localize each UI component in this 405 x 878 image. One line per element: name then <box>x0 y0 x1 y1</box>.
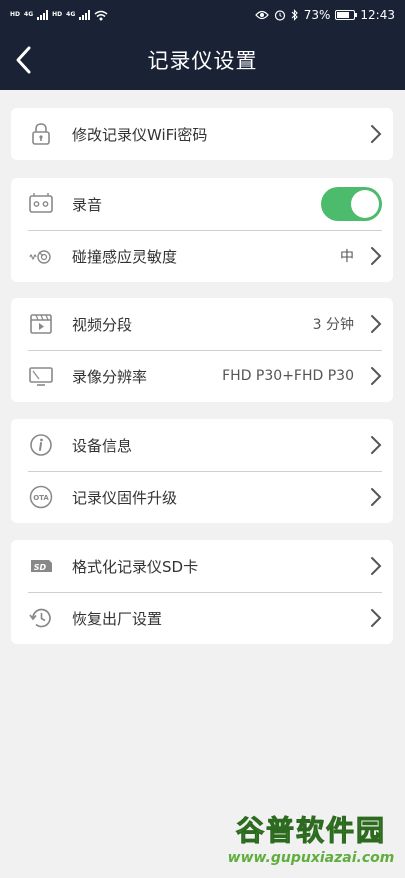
video-play-icon <box>30 314 52 334</box>
chevron-right-icon <box>371 488 382 506</box>
signal-icon-1 <box>37 10 49 20</box>
ota-icon: OTA <box>29 485 53 509</box>
cassette-icon <box>29 193 53 213</box>
wifi-card: 修改记录仪WiFi密码 <box>11 108 393 160</box>
video-segment-value: 3 分钟 <box>312 317 354 333</box>
firmware-upgrade-label: 记录仪固件升级 <box>72 488 178 507</box>
wifi-password-label: 修改记录仪WiFi密码 <box>72 125 208 144</box>
wifi-password-row[interactable]: 修改记录仪WiFi密码 <box>11 108 393 160</box>
device-info-label: 设备信息 <box>72 436 133 455</box>
watermark-url: www.gupuxiazai.com <box>227 850 395 866</box>
page-title: 记录仪设置 <box>147 49 258 73</box>
chevron-right-icon <box>371 315 382 333</box>
back-arrow-icon[interactable] <box>10 44 38 76</box>
chevron-right-icon <box>371 367 382 385</box>
lock-icon <box>32 123 50 145</box>
monitor-icon <box>29 367 53 386</box>
chevron-right-icon <box>371 125 382 143</box>
resolution-value: FHD P30+FHD P30 <box>222 368 354 384</box>
resolution-row[interactable]: 录像分辨率 FHD P30+FHD P30 <box>11 350 393 402</box>
ota-icon-text: OTA <box>33 494 49 502</box>
collision-sensitivity-value: 中 <box>340 249 354 265</box>
collision-sensitivity-label: 碰撞感应灵敏度 <box>72 247 178 266</box>
nav-bar: 记录仪设置 <box>0 30 405 90</box>
recording-card: 录音 碰撞感应灵敏度 中 <box>11 178 393 282</box>
wifi-icon <box>94 10 108 20</box>
format-sd-label: 格式化记录仪SD卡 <box>72 557 199 576</box>
chevron-right-icon <box>371 609 382 627</box>
format-sd-row[interactable]: SD 格式化记录仪SD卡 <box>11 540 393 592</box>
network-type-2: 4G <box>66 11 76 18</box>
device-info-row[interactable]: 设备信息 <box>11 419 393 471</box>
network-type-1: 4G <box>24 11 34 18</box>
history-icon <box>29 608 51 628</box>
status-bar: HD 4G HD 4G 73% 12:43 <box>0 0 405 30</box>
storage-card: SD 格式化记录仪SD卡 恢复出厂设置 <box>11 540 393 644</box>
battery-percent: 73% <box>303 8 331 22</box>
hd-label-2: HD <box>52 11 63 18</box>
eye-icon <box>254 10 269 20</box>
video-segment-row[interactable]: 视频分段 3 分钟 <box>11 298 393 350</box>
chevron-right-icon <box>371 436 382 454</box>
video-segment-label: 视频分段 <box>72 315 133 334</box>
factory-reset-row[interactable]: 恢复出厂设置 <box>11 592 393 644</box>
watermark: 谷普软件园 www.gupuxiazai.com <box>223 814 399 872</box>
audio-label: 录音 <box>72 195 103 214</box>
collision-sensitivity-row[interactable]: 碰撞感应灵敏度 中 <box>11 230 393 282</box>
collision-icon <box>29 250 51 264</box>
hd-label-1: HD <box>10 11 21 18</box>
alarm-icon <box>274 10 285 21</box>
sd-icon-text: SD <box>34 563 47 572</box>
signal-icon-2 <box>79 10 91 20</box>
bluetooth-icon <box>291 9 298 21</box>
device-card: 设备信息 OTA 记录仪固件升级 <box>11 419 393 523</box>
chevron-right-icon <box>371 247 382 265</box>
info-icon <box>30 434 52 456</box>
sd-card-icon: SD <box>31 560 52 572</box>
chevron-right-icon <box>371 557 382 575</box>
resolution-label: 录像分辨率 <box>72 367 148 386</box>
battery-fill <box>337 12 350 18</box>
audio-toggle[interactable] <box>321 187 382 221</box>
clock: 12:43 <box>360 8 395 22</box>
factory-reset-label: 恢复出厂设置 <box>72 609 163 628</box>
video-card: 视频分段 3 分钟 录像分辨率 FHD P30+FHD P30 <box>11 298 393 402</box>
audio-row: 录音 <box>11 178 393 230</box>
battery-icon <box>335 10 358 20</box>
toggle-knob <box>351 190 379 218</box>
firmware-upgrade-row[interactable]: OTA 记录仪固件升级 <box>11 471 393 523</box>
watermark-main: 谷普软件园 <box>235 814 386 848</box>
